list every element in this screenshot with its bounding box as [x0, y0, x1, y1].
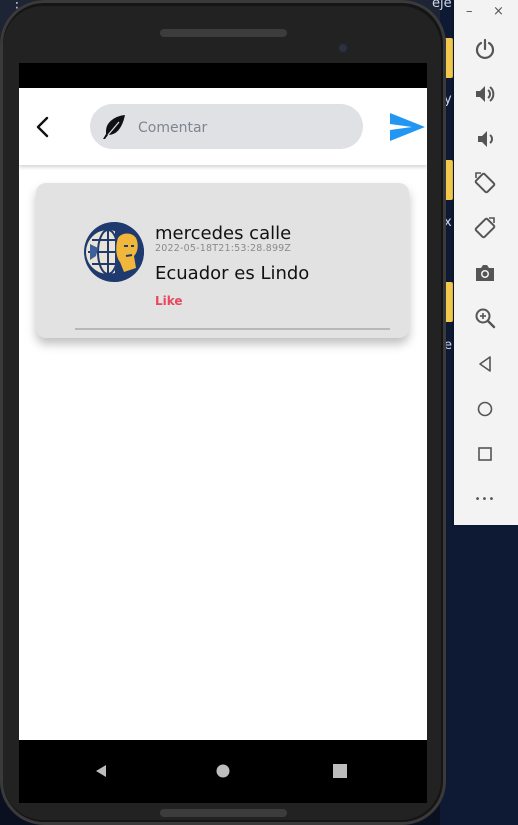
more-icon[interactable]: •••: [470, 484, 500, 514]
camera-icon: [476, 265, 494, 281]
power-icon: [475, 38, 495, 60]
back-arrow-icon: [36, 116, 49, 138]
volume-up-icon: [476, 86, 495, 102]
zoom-icon: [475, 308, 496, 329]
avatar-image: [84, 222, 144, 282]
comment-card: mercedes calle 2022-05-18T21:53:28.899Z …: [36, 183, 409, 338]
back-button[interactable]: [31, 114, 57, 140]
toolbar-overview-button[interactable]: [470, 439, 500, 469]
volume-down-button[interactable]: [470, 124, 500, 154]
rotate-left-button[interactable]: [470, 168, 500, 198]
comment-timestamp: 2022-05-18T21:53:28.899Z: [155, 243, 292, 254]
bottom-speaker: [160, 809, 287, 817]
rotate-left-icon: [474, 172, 496, 194]
comment-field[interactable]: [90, 104, 363, 149]
system-nav-bar: [19, 740, 427, 803]
nav-back-icon: [96, 765, 106, 777]
comment-input[interactable]: [136, 114, 355, 141]
phone-frame: mercedes calle 2022-05-18T21:53:28.899Z …: [0, 0, 446, 825]
volume-up-button[interactable]: [470, 79, 500, 109]
app-bar: [19, 88, 427, 165]
card-divider: [75, 328, 390, 330]
toolbar-header: – ×: [454, 0, 518, 27]
top-speaker: [160, 29, 287, 37]
comment-text: Ecuador es Lindo: [155, 263, 310, 284]
emulator-toolbar: – × •••: [454, 0, 518, 525]
send-icon: [390, 113, 425, 141]
close-button[interactable]: ×: [493, 4, 504, 19]
power-button[interactable]: [470, 34, 500, 64]
screenshot-button[interactable]: [470, 258, 500, 288]
phone-screen: mercedes calle 2022-05-18T21:53:28.899Z …: [19, 63, 427, 803]
zoom-button[interactable]: [470, 303, 500, 333]
feather-icon: [103, 115, 125, 139]
nav-back-button[interactable]: [74, 740, 134, 803]
nav-overview-icon: [478, 447, 492, 461]
rotate-right-button[interactable]: [470, 213, 500, 243]
toolbar-back-button[interactable]: [470, 349, 500, 379]
toolbar-home-button[interactable]: [470, 394, 500, 424]
nav-overview-button[interactable]: [310, 740, 370, 803]
nav-home-button[interactable]: [193, 740, 253, 803]
volume-down-icon: [478, 131, 493, 147]
status-bar: [19, 63, 427, 88]
avatar: [84, 222, 144, 282]
nav-overview-icon: [333, 764, 347, 778]
app-content: mercedes calle 2022-05-18T21:53:28.899Z …: [19, 88, 427, 740]
background-text-top: eje: [432, 0, 452, 11]
like-button[interactable]: Like: [155, 294, 183, 308]
nav-home-icon: [477, 401, 493, 417]
front-camera: [339, 44, 347, 52]
send-button[interactable]: [388, 110, 426, 144]
minimize-button[interactable]: –: [466, 4, 473, 19]
nav-home-icon: [216, 764, 230, 778]
comment-author: mercedes calle: [155, 223, 292, 244]
nav-back-icon: [479, 356, 491, 372]
rotate-right-icon: [474, 217, 496, 239]
